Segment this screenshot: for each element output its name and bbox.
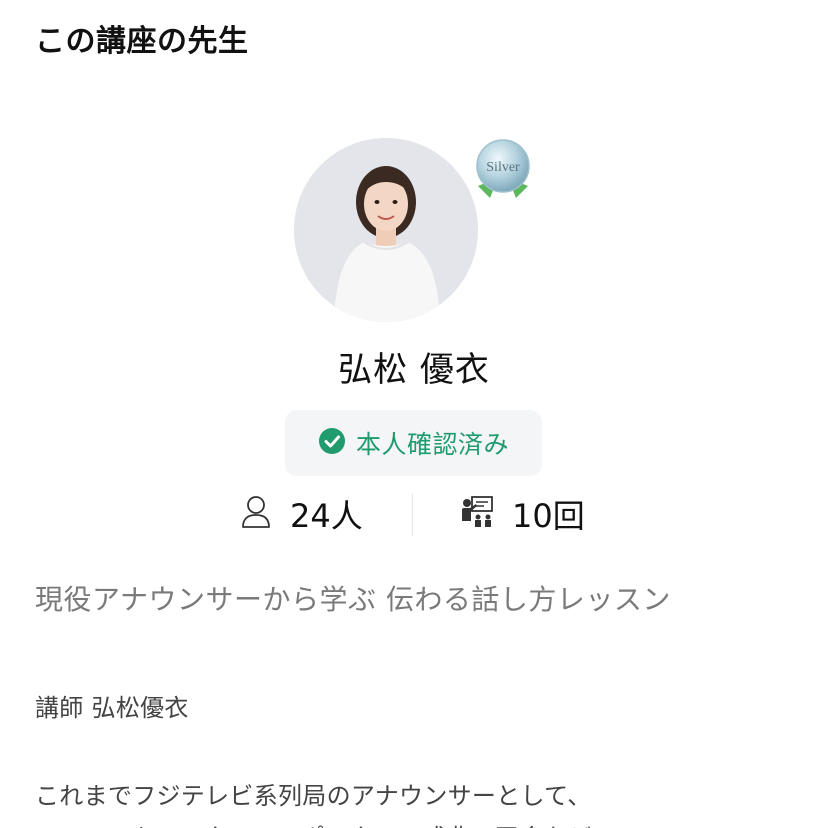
person-outline-icon [240, 495, 272, 533]
teacher-at-board-icon [460, 495, 494, 533]
students-stat: 24人 [240, 490, 363, 538]
rank-badge-label: Silver [486, 160, 520, 175]
check-circle-icon [318, 427, 346, 459]
avatar-photo [294, 138, 478, 322]
description-line: これまでフジテレビ系列局のアナウンサーとして、 [35, 782, 592, 810]
teacher-name: 弘松 優衣 [338, 350, 490, 390]
sessions-count: 10回 [512, 497, 585, 535]
stats-divider [412, 494, 413, 536]
section-title: この講座の先生 [35, 24, 249, 59]
teacher-profile-page: この講座の先生 Silver 弘松 優衣 本人確認済み 24人 10回 現役アナ… [0, 0, 828, 828]
silver-rank-badge: Silver [468, 136, 538, 206]
sessions-stat: 10回 [460, 490, 585, 538]
students-count: 24人 [290, 497, 363, 535]
description-line: ニュースキャスター、リポーター、式典の司会など、 [35, 818, 615, 828]
teacher-stats: 24人 10回 [0, 490, 828, 538]
description-line: 講師 弘松優衣 [35, 694, 189, 722]
teacher-avatar[interactable] [294, 138, 478, 322]
verified-badge: 本人確認済み [285, 410, 542, 476]
verified-label: 本人確認済み [355, 430, 509, 459]
course-title[interactable]: 現役アナウンサーから学ぶ 伝わる話し方レッスン [35, 578, 671, 618]
